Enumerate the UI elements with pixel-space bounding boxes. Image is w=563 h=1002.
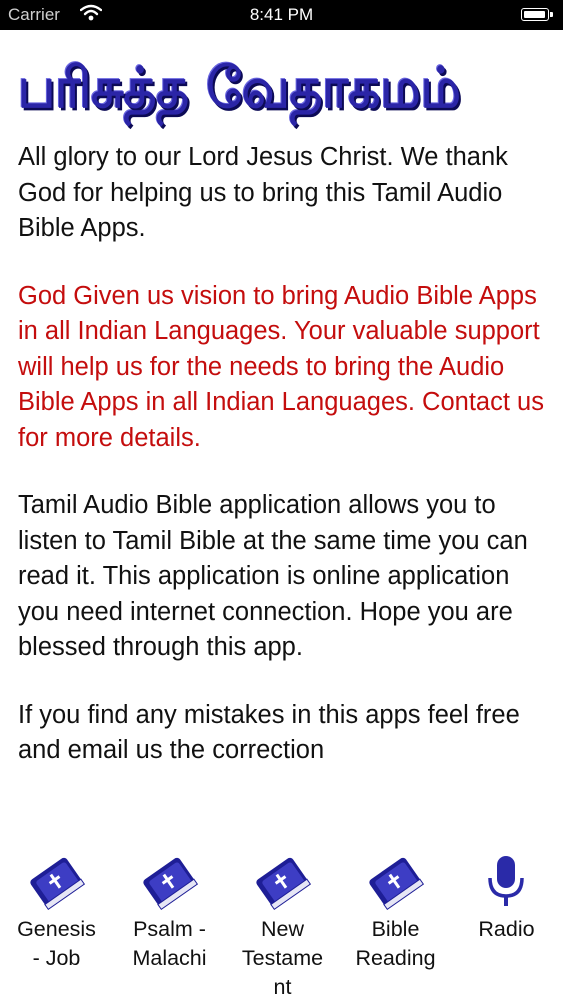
tab-label: Psalm - Malachi [132,917,207,970]
bible-book-icon [226,852,339,912]
status-bar: Carrier 8:41 PM [0,0,563,30]
microphone-icon [450,852,563,912]
tab-label: Bible Reading [355,917,436,970]
bible-book-icon [113,852,226,912]
clock: 8:41 PM [249,5,314,24]
tab-label: Radio [478,917,535,941]
battery-icon [521,8,553,21]
bible-book-icon [339,852,452,912]
description-paragraph: Tamil Audio Bible application allows you… [18,491,528,661]
tab-label: New Testame nt [241,917,324,999]
app-title: பரிசுத்த வேதாகமம் [18,55,461,121]
intro-paragraph: All glory to our Lord Jesus Christ. We t… [18,143,508,242]
tab-bar: Genesis - Job Psalm - Malachi New Testam… [0,840,563,1000]
tab-label: Genesis - Job [17,917,96,970]
bible-book-icon [0,852,113,912]
content-area[interactable]: பரிசுத்த வேதாகமம் All glory to our Lord … [18,30,553,840]
vision-paragraph: God Given us vision to bring Audio Bible… [18,281,544,452]
feedback-paragraph: If you find any mistakes in this apps fe… [18,700,520,765]
